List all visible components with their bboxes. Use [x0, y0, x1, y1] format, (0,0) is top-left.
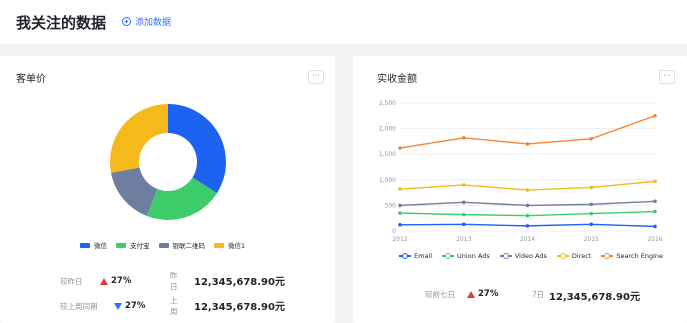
add-circle-icon [122, 17, 131, 26]
legend-line-icon [556, 252, 569, 260]
stat-value: 12,345,678.90元 [549, 292, 640, 303]
line-chart: 0 500 1,000 1,500 2,000 2,500 2012 2013 2014 2015… [379, 100, 663, 243]
x-tick-label: 2014 [520, 236, 535, 243]
data-point [525, 224, 530, 228]
legend-item[interactable]: Search Engine [601, 252, 663, 260]
donut-slice-0[interactable] [168, 104, 226, 194]
legend-item[interactable]: Video Ads [499, 252, 547, 260]
y-tick-label: 2,500 [379, 100, 396, 107]
arrow-up-icon [467, 290, 475, 298]
page-title: 我关注的数据 [16, 14, 107, 32]
stat-sub-label: 昨日 [170, 271, 178, 291]
donut-chart [109, 104, 226, 220]
data-point [398, 203, 402, 208]
data-point [525, 213, 530, 218]
stat-percent: 27% [478, 289, 499, 299]
legend-swatch [116, 242, 126, 248]
data-point [589, 185, 594, 190]
x-tick-label: 2013 [456, 236, 471, 243]
data-point [589, 211, 594, 216]
legend-swatch [80, 242, 90, 248]
arrow-up-icon [100, 277, 108, 285]
legend-label: Union Ads [457, 252, 490, 260]
data-point [525, 203, 530, 208]
page-header: 我关注的数据 添加数据 [0, 0, 687, 44]
legend-line-icon [499, 252, 512, 260]
legend-label: Search Engine [616, 252, 664, 260]
legend-swatch [214, 242, 224, 248]
data-point [653, 179, 657, 184]
legend-line-icon [601, 252, 614, 260]
donut-slice-3[interactable] [109, 104, 168, 173]
legend-label: 支付宝 [130, 242, 150, 250]
legend-item[interactable]: Direct [556, 252, 592, 260]
y-tick-label: 1,500 [379, 151, 396, 158]
stat-percent: 27% [111, 276, 132, 286]
legend-label: 微信 [94, 242, 107, 250]
y-tick-label: 1,000 [379, 177, 396, 184]
stat-value: 12,345,678.90元 [194, 302, 285, 313]
legend-item[interactable]: Email [399, 252, 432, 260]
data-point [461, 200, 466, 205]
data-point [398, 187, 402, 191]
legend-label: Email [414, 252, 433, 260]
data-point [461, 183, 466, 187]
legend-label: Direct [571, 252, 592, 260]
data-point [653, 199, 657, 204]
legend-label: Video Ads [514, 252, 547, 260]
data-point [589, 222, 594, 227]
legend-label: 银联二维码 [172, 242, 206, 250]
legend-swatch [158, 242, 169, 248]
y-tick-label: 2,000 [379, 126, 396, 133]
stat-change: 27% [467, 289, 498, 299]
x-tick-label: 2012 [392, 236, 407, 243]
data-point [525, 142, 530, 146]
data-point [461, 136, 466, 140]
stat-row-last-7-days: 较前七日 27% 7日 12,345,678.90元 [425, 288, 675, 303]
data-point [461, 222, 466, 227]
data-point [589, 202, 594, 207]
donut-legend: 微信 支付宝 银联二维码 微信1 [80, 240, 254, 250]
x-tick-label: 2016 [647, 236, 662, 243]
stat-sub-label: 上周 [170, 296, 178, 316]
line-chart-legend: Email Union Ads Video Ads Direct Search Engi… [399, 252, 673, 260]
data-point [589, 137, 594, 141]
data-point [461, 212, 466, 217]
add-data-link[interactable]: 添加数据 [122, 15, 171, 28]
stat-sub-label: 7日 [532, 290, 545, 299]
legend-item[interactable]: Union Ads [442, 252, 490, 260]
data-point [398, 223, 402, 227]
data-point [525, 188, 530, 192]
stat-percent: 27% [125, 301, 146, 311]
stat-change: 27% [100, 276, 131, 286]
avg-order-value-card: 客单价 ··· 微信 支付宝 银联二维码 微信1 较昨日 27% 昨日 12,345,… [0, 56, 335, 323]
add-data-label: 添加数据 [135, 18, 172, 28]
arrow-down-icon [114, 302, 122, 310]
legend-item[interactable]: 银联二维码 [158, 240, 206, 250]
legend-line-icon [442, 252, 455, 260]
stat-value: 12,345,678.90元 [194, 277, 285, 288]
data-point [398, 146, 402, 150]
data-point [653, 114, 657, 118]
legend-item[interactable]: 支付宝 [116, 240, 150, 250]
data-point [653, 224, 657, 229]
received-amount-card: 实收金额 ··· 0 500 1,000 1,500 2,000 2,500 2012 201… [353, 56, 687, 323]
legend-line-icon [399, 252, 411, 260]
y-tick-label: 0 [392, 228, 396, 235]
stat-label: 较上周同期 [60, 301, 98, 311]
stat-label: 较昨日 [60, 276, 83, 286]
legend-label: 微信1 [228, 242, 246, 250]
legend-item[interactable]: 微信 [80, 240, 107, 250]
stat-label: 较前七日 [425, 290, 455, 299]
legend-item[interactable]: 微信1 [214, 240, 245, 250]
data-point [653, 209, 657, 214]
stat-change: 27% [114, 301, 145, 311]
y-tick-label: 500 [385, 202, 397, 209]
data-point [398, 211, 402, 215]
x-tick-label: 2015 [584, 236, 599, 243]
